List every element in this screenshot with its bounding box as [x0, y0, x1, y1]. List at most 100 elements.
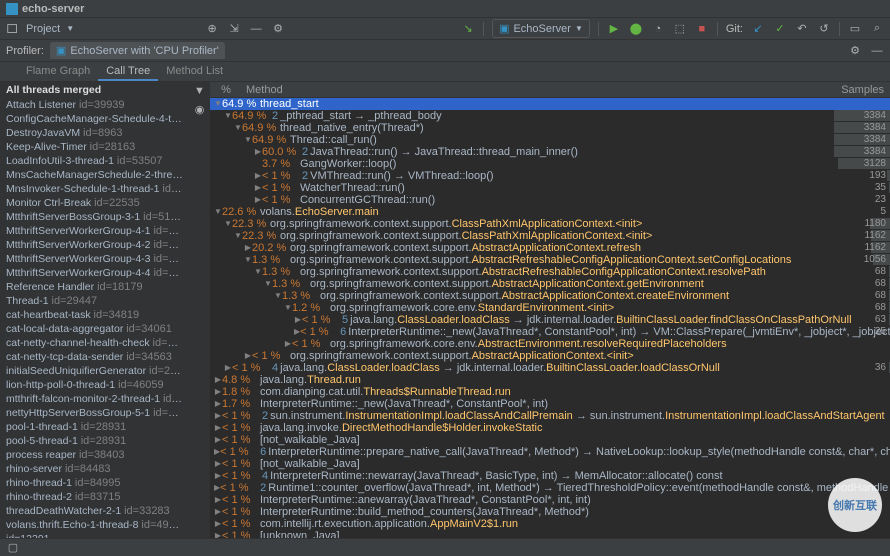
stop-icon[interactable]: ■	[695, 22, 709, 36]
thread-item[interactable]: Monitor Ctrl-Break id=22535	[0, 196, 189, 210]
thread-item[interactable]: DestroyJavaVM id=8963	[0, 126, 189, 140]
thread-item[interactable]: Attach Listener id=39939	[0, 98, 189, 112]
tree-row[interactable]: < 1 % 2 VMThread::run() → VMThread::loop…	[210, 170, 890, 182]
project-label[interactable]: Project	[26, 23, 60, 35]
col-pct[interactable]: %	[210, 82, 242, 97]
thread-item[interactable]: rhino-server id=84483	[0, 462, 189, 476]
tree-row[interactable]: 20.2 % org.springframework.context.suppo…	[210, 242, 890, 254]
thread-item[interactable]: volans.thrift.Echo-1-thread-8 id=49667	[0, 518, 189, 532]
gear-icon[interactable]: ⚙	[848, 44, 862, 58]
tree-row[interactable]: < 1 % [not_walkable_Java]	[210, 434, 890, 446]
tree-row[interactable]: 22.3 % org.springframework.context.suppo…	[210, 218, 890, 230]
subtab-flame-graph[interactable]: Flame Graph	[18, 62, 98, 81]
eye-icon[interactable]: ◉	[193, 102, 207, 116]
tree-row[interactable]: < 1 % InterpreterRuntime::build_method_c…	[210, 506, 890, 518]
thread-item[interactable]: ConfigCacheManager-Schedule-4-thread-1	[0, 112, 189, 126]
run-icon[interactable]: ▶	[607, 22, 621, 36]
tree-row[interactable]: 64.9 % 2 _pthread_start → _pthread_body	[210, 110, 890, 122]
minimize-icon[interactable]: —	[870, 44, 884, 58]
chevron-down-icon[interactable]: ▼	[66, 24, 74, 33]
thread-item[interactable]: rhino-thread-1 id=84995	[0, 476, 189, 490]
thread-item[interactable]: LoadInfoUtil-3-thread-1 id=53507	[0, 154, 189, 168]
gear-icon[interactable]: ⚙	[271, 22, 285, 36]
filter-icon[interactable]: ▼	[193, 84, 207, 98]
tree-row[interactable]: 4.8 % java.lang.Thread.run	[210, 374, 890, 386]
thread-item[interactable]: MtthriftServerWorkerGroup-4-2 id=77571	[0, 238, 189, 252]
thread-item[interactable]: cat-heartbeat-task id=34819	[0, 308, 189, 322]
search-icon[interactable]: ⌕	[870, 22, 884, 36]
hammer-icon[interactable]: ↘	[461, 22, 475, 36]
thread-item[interactable]: cat-local-data-aggregator id=34061	[0, 322, 189, 336]
thread-item[interactable]: initialSeedUniquifierGenerator id=29099	[0, 364, 189, 378]
tree-row[interactable]: < 1 % org.springframework.context.suppor…	[210, 350, 890, 362]
tree-row[interactable]: < 1 % [unknown_Java]	[210, 530, 890, 538]
thread-item[interactable]: threadDeathWatcher-2-1 id=33283	[0, 504, 189, 518]
thread-item[interactable]: Keep-Alive-Timer id=28163	[0, 140, 189, 154]
target-icon[interactable]: ⊕	[205, 22, 219, 36]
tree-row[interactable]: < 1 % [not_walkable_Java]	[210, 458, 890, 470]
thread-item[interactable]: Thread-1 id=29447	[0, 294, 189, 308]
git-revert-icon[interactable]: ↺	[817, 22, 831, 36]
thread-item[interactable]: MtthriftServerWorkerGroup-4-4 id=28427	[0, 266, 189, 280]
coverage-icon[interactable]: ⬚	[673, 22, 687, 36]
tree-row[interactable]: 64.9 % thread_start	[210, 98, 890, 110]
tree-row[interactable]: < 1 % 6 InterpreterRuntime::prepare_nati…	[210, 446, 890, 458]
thread-item[interactable]: process reaper id=38403	[0, 448, 189, 462]
run-config-selector[interactable]: ▣ EchoServer ▼	[492, 19, 590, 38]
tree-row[interactable]: < 1 % 5 java.lang.ClassLoader.loadClass …	[210, 314, 890, 326]
thread-item[interactable]: MtthriftServerBossGroup-3-1 id=51459	[0, 210, 189, 224]
tree-row[interactable]: 1.2 % org.springframework.core.env.Stand…	[210, 302, 890, 314]
tree-row[interactable]: < 1 % 4 java.lang.ClassLoader.loadClass …	[210, 362, 890, 374]
git-commit-icon[interactable]: ✓	[773, 22, 787, 36]
thread-item[interactable]: lion-http-poll-0-thread-1 id=46059	[0, 378, 189, 392]
tree-row[interactable]: < 1 % WatcherThread::run()	[210, 182, 890, 194]
thread-item[interactable]: MnsCacheManagerSchedule-2-thread-1 id=	[0, 168, 189, 182]
tree-row[interactable]: 3.7 % GangWorker::loop()	[210, 158, 890, 170]
tree-row[interactable]: 1.3 % org.springframework.context.suppor…	[210, 266, 890, 278]
tree-row[interactable]: < 1 % 6 InterpreterRuntime::_new(JavaThr…	[210, 326, 890, 338]
tree-row[interactable]: 1.3 % org.springframework.context.suppor…	[210, 290, 890, 302]
tree-row[interactable]: 64.9 % Thread::call_run()	[210, 134, 890, 146]
tree-row[interactable]: 22.6 % volans.EchoServer.main	[210, 206, 890, 218]
thread-item[interactable]: pool-5-thread-1 id=28931	[0, 434, 189, 448]
debug-icon[interactable]: ⬤	[629, 22, 643, 36]
thread-item[interactable]: pool-1-thread-1 id=28931	[0, 420, 189, 434]
thread-item[interactable]: MtthriftServerWorkerGroup-4-3 id=76803	[0, 252, 189, 266]
tree-row[interactable]: < 1 % InterpreterRuntime::anewarray(Java…	[210, 494, 890, 506]
profile-icon[interactable]: ◔	[651, 22, 665, 36]
tree-row[interactable]: 22.3 % org.springframework.context.suppo…	[210, 230, 890, 242]
tree-row[interactable]: < 1 % java.lang.invoke.DirectMethodHandl…	[210, 422, 890, 434]
tree-row[interactable]: 60.0 % 2 JavaThread::run() → JavaThread:…	[210, 146, 890, 158]
tree-row[interactable]: < 1 % 2 Runtime1::counter_overflow(JavaT…	[210, 482, 890, 494]
thread-item[interactable]: cat-netty-channel-health-check id=24839	[0, 336, 189, 350]
thread-item[interactable]: Reference Handler id=18179	[0, 280, 189, 294]
expand-icon[interactable]: ⇲	[227, 22, 241, 36]
tree-row[interactable]: 1.8 % com.dianping.cat.util.Threads$Runn…	[210, 386, 890, 398]
tree-row[interactable]: < 1 % org.springframework.core.env.Abstr…	[210, 338, 890, 350]
tree-row[interactable]: < 1 % 4 InterpreterRuntime::newarray(Jav…	[210, 470, 890, 482]
subtab-method-list[interactable]: Method List	[158, 62, 231, 81]
git-update-icon[interactable]: ↙	[751, 22, 765, 36]
subtab-call-tree[interactable]: Call Tree	[98, 62, 158, 81]
col-method[interactable]: Method	[242, 82, 830, 97]
collapse-icon[interactable]: —	[249, 22, 263, 36]
tree-row[interactable]: 1.7 % InterpreterRuntime::_new(JavaThrea…	[210, 398, 890, 410]
tree-row[interactable]: 1.3 % org.springframework.context.suppor…	[210, 254, 890, 266]
tree-row[interactable]: < 1 % 2 sun.instrument.InstrumentationIm…	[210, 410, 890, 422]
tree-row[interactable]: < 1 % com.intellij.rt.execution.applicat…	[210, 518, 890, 530]
tree-row[interactable]: 64.9 % thread_native_entry(Thread*)	[210, 122, 890, 134]
git-history-icon[interactable]: ↶	[795, 22, 809, 36]
window-icon[interactable]: ▭	[848, 22, 862, 36]
thread-item[interactable]: mtthrift-falcon-monitor-2-thread-1 id=78…	[0, 392, 189, 406]
project-dropdown[interactable]	[6, 22, 20, 36]
tree-row[interactable]: 1.3 % org.springframework.context.suppor…	[210, 278, 890, 290]
thread-item[interactable]: rhino-thread-2 id=83715	[0, 490, 189, 504]
col-samples[interactable]: Samples	[830, 82, 890, 97]
thread-item[interactable]: MtthriftServerWorkerGroup-4-1 id=60691	[0, 224, 189, 238]
thread-item[interactable]: MnsInvoker-Schedule-1-thread-1 id=27651	[0, 182, 189, 196]
thread-item[interactable]: cat-netty-tcp-data-sender id=34563	[0, 350, 189, 364]
thread-item[interactable]: nettyHttpServerBossGroup-5-1 id=78083	[0, 406, 189, 420]
terminal-icon[interactable]: ▢	[6, 541, 20, 555]
tree-row[interactable]: < 1 % ConcurrentGCThread::run()	[210, 194, 890, 206]
profiler-run-tab[interactable]: ▣ EchoServer with 'CPU Profiler'	[50, 42, 225, 59]
